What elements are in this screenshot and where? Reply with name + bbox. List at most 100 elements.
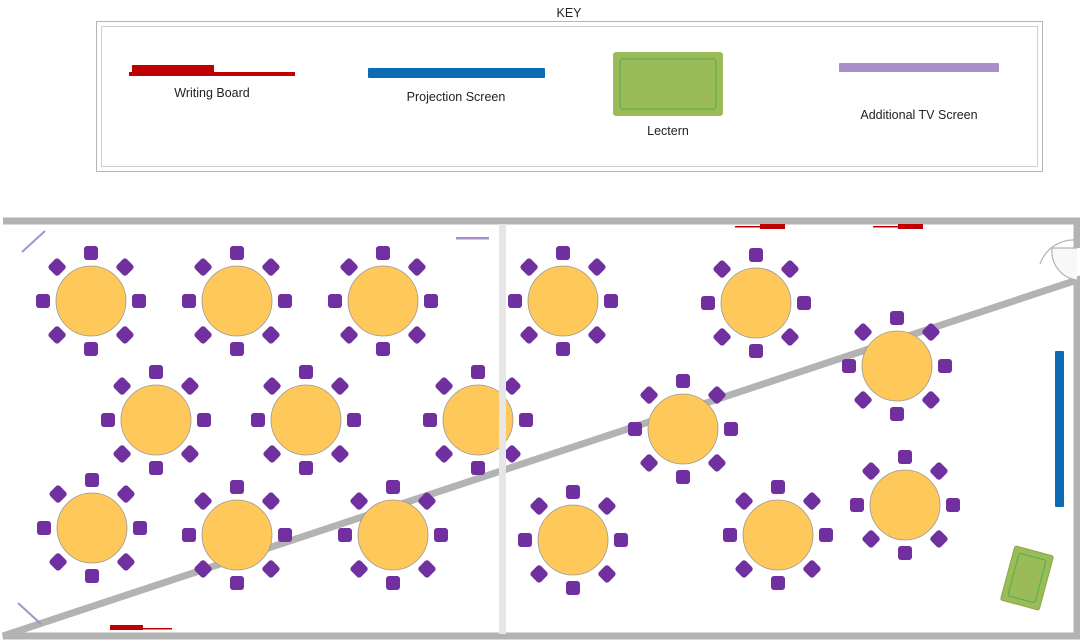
chair xyxy=(890,407,904,421)
chair xyxy=(331,377,349,395)
chair xyxy=(854,391,872,409)
chair xyxy=(862,530,880,548)
chair xyxy=(946,498,960,512)
key-title: KEY xyxy=(556,6,582,20)
round-table-group xyxy=(338,480,448,590)
chair xyxy=(37,521,51,535)
room-divider-overlay xyxy=(499,224,506,634)
chair xyxy=(181,377,199,395)
chair xyxy=(182,528,196,542)
chair xyxy=(49,485,67,503)
chair xyxy=(724,422,738,436)
round-table-group xyxy=(701,248,811,358)
projection-screen-icon xyxy=(368,68,545,78)
chair xyxy=(48,326,66,344)
chair xyxy=(556,342,570,356)
chair xyxy=(386,480,400,494)
chair xyxy=(423,413,437,427)
chair xyxy=(149,461,163,475)
round-table-group xyxy=(328,246,438,356)
chair xyxy=(386,576,400,590)
chair xyxy=(418,560,436,578)
chair xyxy=(262,492,280,510)
round-table-group xyxy=(182,246,292,356)
chair xyxy=(48,258,66,276)
chair xyxy=(598,497,616,515)
round-table-group xyxy=(423,365,533,475)
chair xyxy=(116,258,134,276)
chair xyxy=(117,485,135,503)
lectern-icon xyxy=(613,52,723,116)
key-item-writing-board: Writing Board xyxy=(129,65,295,100)
round-table xyxy=(347,265,419,337)
chair xyxy=(898,546,912,560)
chair xyxy=(922,391,940,409)
chair xyxy=(331,445,349,463)
chair xyxy=(278,294,292,308)
chair xyxy=(194,326,212,344)
chair xyxy=(299,461,313,475)
chair xyxy=(520,258,538,276)
chair xyxy=(101,413,115,427)
chair xyxy=(262,258,280,276)
chair xyxy=(434,528,448,542)
chair xyxy=(771,576,785,590)
writing-board-top-2 xyxy=(873,224,923,229)
chair xyxy=(588,326,606,344)
chair xyxy=(862,462,880,480)
chair xyxy=(781,328,799,346)
round-table xyxy=(55,265,127,337)
round-table xyxy=(861,330,933,402)
chair xyxy=(708,454,726,472)
chair xyxy=(230,342,244,356)
chair xyxy=(842,359,856,373)
chair xyxy=(149,365,163,379)
chair xyxy=(36,294,50,308)
round-table-group xyxy=(37,473,147,583)
chair xyxy=(735,560,753,578)
chair xyxy=(713,260,731,278)
chair xyxy=(850,498,864,512)
key-item-tv-screen: Additional TV Screen xyxy=(839,63,999,122)
round-table xyxy=(527,265,599,337)
chair xyxy=(749,344,763,358)
door xyxy=(1039,239,1078,281)
chair xyxy=(819,528,833,542)
chair xyxy=(676,470,690,484)
chair xyxy=(113,445,131,463)
writing-board-top-1 xyxy=(735,224,785,229)
round-table xyxy=(357,499,429,571)
chair xyxy=(640,454,658,472)
chair xyxy=(251,413,265,427)
key-item-lectern: Lectern xyxy=(613,52,723,138)
chair xyxy=(797,296,811,310)
round-table xyxy=(742,499,814,571)
chair xyxy=(133,521,147,535)
chair xyxy=(803,560,821,578)
key-label-lectern: Lectern xyxy=(647,124,689,138)
projection-screen xyxy=(1055,351,1064,507)
chair xyxy=(614,533,628,547)
chair xyxy=(376,246,390,260)
chair xyxy=(408,326,426,344)
chair xyxy=(117,553,135,571)
round-table xyxy=(647,393,719,465)
chair xyxy=(898,450,912,464)
chair xyxy=(230,576,244,590)
chair xyxy=(194,492,212,510)
chair xyxy=(508,294,522,308)
key-label-writing-board: Writing Board xyxy=(174,86,250,100)
tv-screen-corner-nw xyxy=(21,230,46,253)
round-table-group xyxy=(628,374,738,484)
chair xyxy=(194,560,212,578)
round-table xyxy=(869,469,941,541)
chair xyxy=(424,294,438,308)
round-table-group xyxy=(842,311,952,421)
chair xyxy=(85,473,99,487)
chair xyxy=(408,258,426,276)
chair xyxy=(197,413,211,427)
chair xyxy=(49,553,67,571)
round-table-group xyxy=(251,365,361,475)
chair xyxy=(194,258,212,276)
chair xyxy=(519,413,533,427)
